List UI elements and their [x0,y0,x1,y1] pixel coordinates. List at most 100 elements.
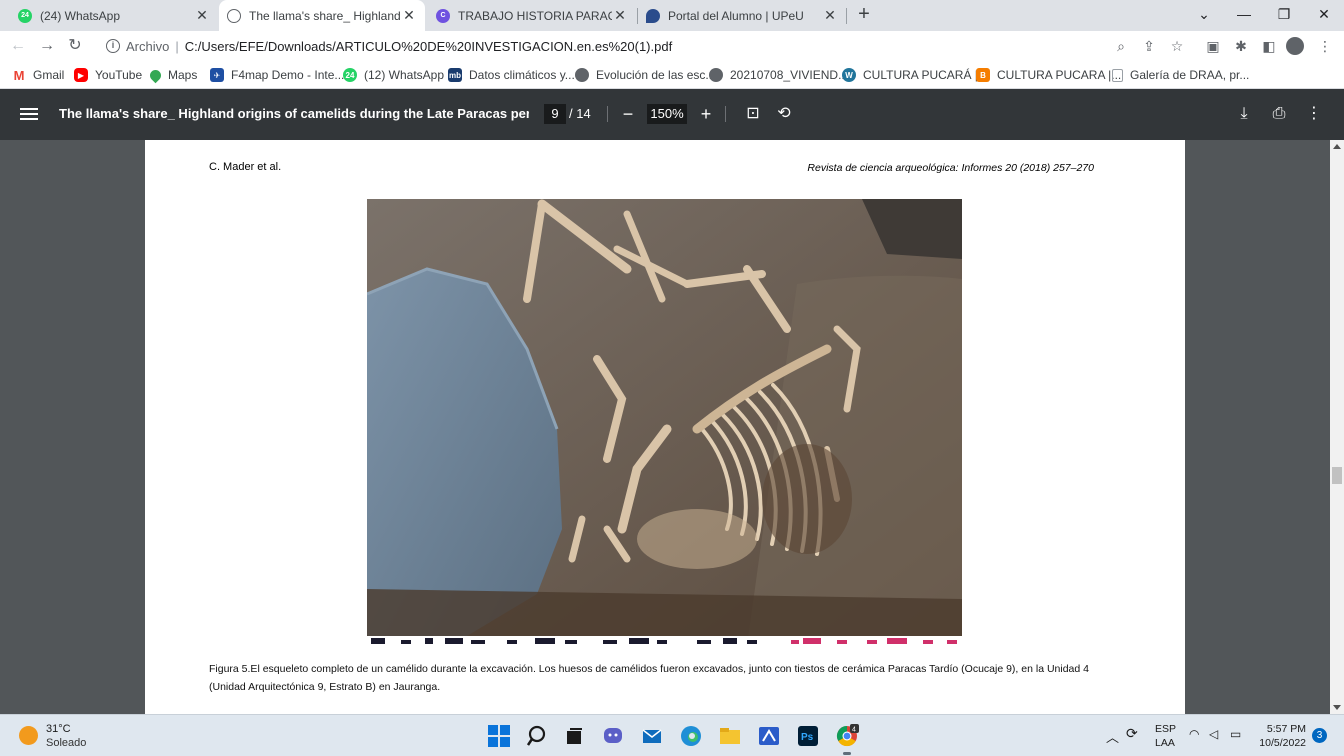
info-icon[interactable]: i [106,39,120,53]
file-explorer-button[interactable] [716,722,744,750]
print-icon[interactable]: ⎙ [1268,103,1290,125]
weather-condition[interactable]: Soleado [46,737,86,749]
puzzle-icon[interactable]: ✱ [1230,35,1252,57]
language-layout: LAA [1155,737,1175,749]
address-url[interactable]: C:/Users/EFE/Downloads/ARTICULO%20DE%20I… [185,39,672,54]
zoom-out-button[interactable]: − [617,103,639,125]
running-header-journal: Revista de ciencia arqueológica: Informe… [807,162,1094,174]
extension-icon[interactable]: ▣ [1202,35,1224,57]
bookmark-star-icon[interactable]: ☆ [1166,35,1188,57]
photoshop-icon: Ps [798,726,818,746]
reload-button[interactable]: ↻ [63,34,87,58]
side-panel-icon[interactable]: ◧ [1258,35,1280,57]
clock-time: 5:57 PM [1266,723,1306,735]
search-button[interactable] [524,722,552,750]
bookmark-galeria[interactable]: Galería de DRAA, pr... [1112,66,1249,84]
pdf-title: The llama's share_ Highland origins of c… [59,106,529,121]
chat-icon [604,728,622,743]
scrollbar-thumb[interactable] [1332,467,1342,484]
scroll-up-icon[interactable] [1333,144,1341,149]
bookmark-pucara-wp[interactable]: W CULTURA PUCARÁ |... [842,66,988,84]
clock-date: 10/5/2022 [1259,737,1306,749]
close-icon[interactable]: ✕ [612,7,628,24]
bookmark-meteoblue[interactable]: mb Datos climáticos y... [448,66,575,84]
back-button[interactable]: ← [6,34,30,58]
zoom-icon[interactable]: ⌕ [1110,35,1132,57]
chrome-button[interactable]: 4 [833,722,861,755]
fit-page-icon[interactable]: ⊡ [742,103,764,125]
bookmark-maps[interactable]: Maps [147,66,197,84]
vertical-scrollbar[interactable] [1330,140,1344,714]
mail-button[interactable] [638,722,666,750]
chrome-icon: 4 [836,724,859,747]
forward-button[interactable]: → [35,34,59,58]
start-button[interactable] [485,722,513,750]
tab-upeu[interactable]: Portal del Alumno | UPeU ✕ [638,0,846,31]
menu-icon[interactable]: ⋮ [1314,35,1336,57]
hamburger-menu-icon[interactable] [20,105,38,123]
bookmark-label: Galería de DRAA, pr... [1130,68,1250,82]
youtube-icon: ▶ [74,68,88,82]
more-options-icon[interactable]: ⋮ [1303,103,1325,125]
tab-pdf[interactable]: The llama's share_ Highland orig ✕ [219,0,425,31]
close-icon[interactable]: ✕ [401,7,417,24]
profile-avatar[interactable] [1286,37,1304,55]
globe-icon [227,8,241,23]
pdf-toolbar: The llama's share_ Highland origins of c… [0,89,1344,140]
bookmark-vivienda[interactable]: 20210708_VIVIEND... [709,66,848,84]
meteoblue-icon: mb [448,68,462,82]
close-window-button[interactable]: ✕ [1304,0,1344,31]
running-header-authors: C. Mader et al. [209,161,282,173]
office-app-button[interactable] [755,722,783,750]
blogger-icon: B [976,68,990,82]
address-bar[interactable]: i Archivo | C:/Users/EFE/Downloads/ARTIC… [98,33,1198,59]
page-total: / 14 [569,106,591,121]
notification-badge[interactable]: 3 [1312,728,1327,743]
minimize-button[interactable]: — [1224,0,1264,31]
sync-icon[interactable]: ⟳ [1126,725,1138,742]
bookmark-gmail[interactable]: M Gmail [12,66,65,84]
search-icon [527,725,546,746]
download-icon[interactable]: ⤓ [1233,103,1255,125]
bookmark-whatsapp[interactable]: 24 (12) WhatsApp [343,66,444,84]
bookmark-evolucion[interactable]: Evolución de las esc... [575,66,715,84]
office-icon [759,727,779,745]
whatsapp-icon: 24 [18,8,32,23]
weather-temperature[interactable]: 31°C [46,723,71,735]
toolbar-divider [725,106,726,122]
edge-button[interactable] [677,722,705,750]
close-icon[interactable]: ✕ [194,7,210,24]
bookmark-f4map[interactable]: ✈ F4map Demo - Inte... [210,66,344,84]
volume-icon[interactable]: ◁ [1209,727,1218,741]
maximize-button[interactable]: ❐ [1264,0,1304,31]
tab-title: The llama's share_ Highland orig [249,8,401,23]
bookmark-youtube[interactable]: ▶ YouTube [74,66,142,84]
pdf-viewer[interactable]: C. Mader et al. Revista de ciencia arque… [0,140,1344,714]
battery-icon[interactable]: ▭ [1230,727,1241,741]
address-scheme: Archivo [126,38,170,54]
zoom-in-button[interactable]: + [695,103,717,125]
new-tab-button[interactable]: + [852,3,876,27]
task-view-button[interactable] [560,722,588,750]
chevron-up-icon[interactable]: ︿ [1106,727,1119,746]
close-icon[interactable]: ✕ [822,7,838,24]
windows-icon [488,725,510,747]
photoshop-button[interactable]: Ps [794,722,822,750]
tab-search-button[interactable]: ⌄ [1184,0,1224,31]
system-clock[interactable]: 5:57 PM 10/5/2022 [1259,722,1306,750]
sun-icon[interactable] [19,726,38,745]
share-icon[interactable]: ⇪ [1138,35,1160,57]
bookmark-label: Datos climáticos y... [469,68,575,82]
scroll-down-icon[interactable] [1333,705,1341,710]
rotate-icon[interactable]: ⟲ [773,103,795,125]
wifi-icon[interactable]: ◠ [1189,727,1199,741]
page-number-input[interactable]: 9 [544,104,566,124]
toolbar-divider [607,106,608,122]
input-language[interactable]: ESP LAA [1155,722,1176,750]
zoom-input[interactable]: 150% [647,104,687,124]
bookmark-label: CULTURA PUCARA |... [997,68,1122,82]
bookmark-pucara-blogger[interactable]: B CULTURA PUCARA |... [976,66,1121,84]
tab-canva[interactable]: C TRABAJO HISTORIA PARACAS - 2 ✕ [428,0,636,31]
tab-whatsapp[interactable]: 24 (24) WhatsApp ✕ [10,0,218,31]
teams-chat-button[interactable] [599,722,627,750]
